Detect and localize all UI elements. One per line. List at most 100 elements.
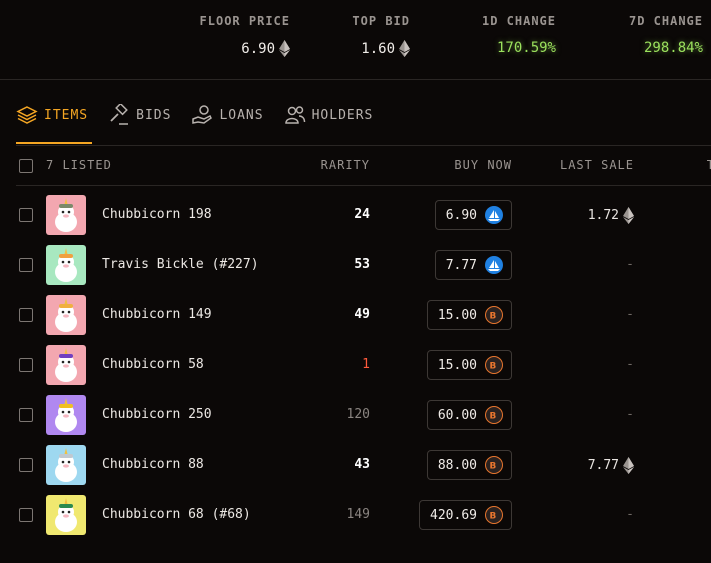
last-sale: 7.77 [588,457,634,474]
row-select-checkbox[interactable] [19,358,33,372]
table-row[interactable]: Chubbicorn 68 (#68) 149 420.69 B - [16,490,711,540]
last-sale: - [626,407,634,422]
buy-now-price: 15.00 [437,307,477,323]
buy-now-price: 15.00 [437,357,477,373]
blur-icon: B [485,356,503,374]
rarity-rank: 120 [346,407,370,422]
nft-thumbnail[interactable] [46,495,86,535]
rarity-rank: 53 [354,257,370,272]
last-sale-value: 1.72 [587,208,619,223]
change-1d-value: 170.59% [496,40,556,56]
buy-now-button[interactable]: 15.00 B [426,300,512,330]
buy-now-price: 60.00 [437,407,477,423]
last-sale-value: - [626,407,634,422]
collection-stats-bar: FLOOR PRICE 6.90 TOP BID 1.60 1D CHANGE … [0,0,711,80]
tab-label: BIDS [136,107,172,123]
nft-thumbnail[interactable] [46,445,86,485]
tab-label: HOLDERS [311,107,374,123]
nft-thumbnail[interactable] [46,295,86,335]
last-sale-value: - [626,257,634,272]
last-sale: - [626,257,634,272]
row-select-checkbox[interactable] [19,408,33,422]
buy-now-button[interactable]: 60.00 B [426,400,512,430]
rarity-header[interactable]: RARITY [321,158,370,172]
top-bid-value: 1.60 [361,40,395,57]
svg-text:B: B [490,512,497,522]
floor-price-value: 6.90 [241,40,275,57]
listed-count-header: 7 LISTED [46,158,112,172]
nft-name[interactable]: Chubbicorn 88 [102,457,204,472]
table-row[interactable]: Chubbicorn 88 43 88.00 B 7.77 [16,440,711,490]
blur-icon: B [485,506,503,524]
stat-top-bid: TOP BID 1.60 [352,14,410,57]
nft-thumbnail[interactable] [46,345,86,385]
truncated-column-header[interactable]: T [707,158,711,172]
nft-name[interactable]: Travis Bickle (#227) [102,257,259,272]
svg-text:B: B [490,462,497,472]
eth-icon [279,40,290,57]
last-sale: - [626,357,634,372]
stat-value: 1.60 [352,40,410,57]
tab-label: ITEMS [44,107,89,123]
eth-icon [623,457,634,474]
table-row[interactable]: Chubbicorn 198 24 6.90 1.72 [16,190,711,240]
stat-label: 1D CHANGE [481,14,556,28]
nft-name[interactable]: Chubbicorn 149 [102,307,212,322]
rarity-rank: 1 [362,357,370,372]
last-sale-value: 7.77 [587,458,619,473]
eth-icon [399,40,410,57]
gavel-icon [110,104,129,125]
last-sale-value: - [626,507,634,522]
buy-now-header[interactable]: BUY NOW [454,158,512,172]
last-sale: 1.72 [588,207,634,224]
last-sale-value: - [626,357,634,372]
stat-floor-price: FLOOR PRICE 6.90 [200,14,290,57]
opensea-icon [485,256,503,274]
blur-icon: B [485,456,503,474]
buy-now-price: 6.90 [445,207,477,223]
listing-table-header: 7 LISTED RARITY BUY NOW LAST SALE T [16,146,711,186]
tab-loans[interactable]: LOANS [191,100,283,130]
nft-name[interactable]: Chubbicorn 198 [102,207,212,222]
row-select-checkbox[interactable] [19,208,33,222]
table-row[interactable]: Chubbicorn 250 120 60.00 B - [16,390,711,440]
buy-now-button[interactable]: 420.69 B [419,500,512,530]
row-select-checkbox[interactable] [19,308,33,322]
table-row[interactable]: Chubbicorn 58 1 15.00 B - [16,340,711,390]
tab-holders[interactable]: HOLDERS [284,100,394,130]
eth-icon [623,207,634,224]
buy-now-button[interactable]: 7.77 [434,250,512,280]
table-row[interactable]: Chubbicorn 149 49 15.00 B - [16,290,711,340]
last-sale-value: - [626,307,634,322]
buy-now-button[interactable]: 88.00 B [426,450,512,480]
collection-tabs: ITEMS BIDS LOANS HOLDERS [16,100,393,144]
nft-name[interactable]: Chubbicorn 58 [102,357,204,372]
nft-name[interactable]: Chubbicorn 250 [102,407,212,422]
row-select-checkbox[interactable] [19,508,33,522]
row-select-checkbox[interactable] [19,458,33,472]
buy-now-price: 88.00 [437,457,477,473]
row-select-checkbox[interactable] [19,258,33,272]
blur-icon: B [485,306,503,324]
stat-label: FLOOR PRICE [199,14,290,28]
table-row[interactable]: Travis Bickle (#227) 53 7.77 - [16,240,711,290]
svg-text:B: B [490,362,497,372]
rarity-rank: 149 [346,507,370,522]
last-sale-header[interactable]: LAST SALE [560,158,634,172]
layers-icon [16,106,38,124]
select-all-checkbox[interactable] [19,159,33,173]
nft-thumbnail[interactable] [46,395,86,435]
buy-now-button[interactable]: 15.00 B [426,350,512,380]
loan-hand-icon [192,105,213,124]
nft-thumbnail[interactable] [46,245,86,285]
tab-items[interactable]: ITEMS [16,100,108,144]
last-sale: - [626,307,634,322]
tab-bids[interactable]: BIDS [108,100,191,130]
nft-name[interactable]: Chubbicorn 68 (#68) [102,507,251,522]
opensea-icon [485,206,503,224]
nft-thumbnail[interactable] [46,195,86,235]
svg-text:B: B [490,412,497,422]
last-sale: - [626,507,634,522]
buy-now-button[interactable]: 6.90 [434,200,512,230]
buy-now-price: 7.77 [445,257,477,273]
